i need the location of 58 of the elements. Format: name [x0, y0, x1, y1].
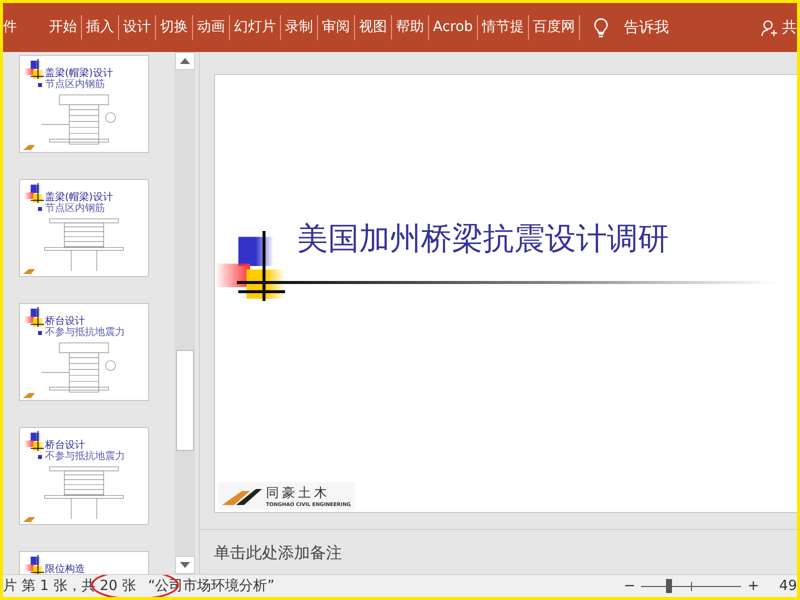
zoom-in-button[interactable]: + [747, 578, 760, 594]
ribbon-tab[interactable]: 帮助 [392, 14, 429, 40]
ribbon-tab[interactable]: 动画 [193, 14, 230, 40]
slide-thumbnail[interactable]: 桥台设计 不参与抵抗地震力 [19, 303, 149, 401]
logo-icon [23, 268, 35, 274]
ribbon-tab[interactable]: 幻灯片 [230, 14, 281, 40]
thumbnail-bullet: 不参与抵抗地震力 [45, 451, 125, 462]
bullet-icon [38, 454, 42, 458]
notes-field[interactable]: 单击此处添加备注 [200, 530, 797, 574]
slide-thumbnail[interactable]: 限位构造 [19, 551, 149, 574]
title-decoration-icon [24, 431, 44, 451]
bullet-icon [38, 330, 42, 334]
thumbnail-title: 限位构造 [45, 564, 85, 574]
logo-icon [23, 144, 35, 150]
thumbnail-bullet: 节点区内钢筋 [45, 79, 105, 90]
ribbon-tab[interactable]: 情节提 [478, 14, 529, 40]
lightbulb-icon[interactable] [594, 18, 608, 38]
scroll-down-button[interactable] [175, 556, 195, 574]
logo-icon [23, 516, 35, 522]
ribbon-tab[interactable]: 百度网 [528, 14, 580, 40]
title-decoration-icon [24, 59, 44, 79]
down-triangle-icon [180, 562, 190, 568]
slide-thumbnail[interactable]: 盖梁(帽梁)设计 节点区内钢筋 [19, 55, 149, 153]
thumbnail-bullet: 节点区内钢筋 [45, 203, 105, 214]
slide-thumbnail[interactable]: 桥台设计 不参与抵抗地震力 [19, 427, 149, 525]
thumbnail-title: 盖梁(帽梁)设计 [45, 68, 113, 79]
scroll-up-button[interactable] [175, 52, 195, 70]
thumbnail-title: 桥台设计 [45, 440, 85, 451]
ribbon-tab[interactable]: 开始 [45, 14, 82, 40]
title-decoration-icon [215, 231, 285, 301]
ribbon-tab[interactable]: Acrob [429, 14, 478, 40]
zoom-out-button[interactable]: − [624, 578, 636, 594]
ribbon-tab[interactable]: 切换 [156, 14, 193, 40]
ribbon-tab[interactable]: 审阅 [318, 14, 355, 40]
bullet-icon [38, 82, 42, 86]
ribbon-tab[interactable]: 视图 [355, 14, 392, 40]
ribbon-tab[interactable]: 录制 [281, 14, 318, 40]
logo-text: 同豪土木 [266, 485, 331, 502]
share-button[interactable]: 共 [782, 18, 797, 37]
bullet-icon [38, 206, 42, 210]
up-triangle-icon [180, 58, 190, 64]
zoom-slider[interactable] [666, 578, 672, 592]
logo-mark-icon [222, 487, 262, 505]
zoom-level[interactable]: 49 [779, 578, 797, 594]
thumbnail-bullet: 不参与抵抗地震力 [45, 327, 125, 338]
ribbon-tab[interactable]: 件 [3, 14, 21, 40]
title-decoration-icon [24, 183, 44, 203]
scrollbar-thumb[interactable] [176, 350, 194, 451]
title-decoration-icon [24, 307, 44, 327]
slide-title: 美国加州桥梁抗震设计调研 [297, 220, 669, 259]
slide-thumbnail[interactable]: 盖梁(帽梁)设计 节点区内钢筋 [19, 179, 149, 277]
add-user-icon[interactable] [761, 18, 779, 36]
tell-me-link[interactable]: 告诉我 [624, 18, 669, 37]
logo-icon [23, 392, 35, 398]
ribbon-tab[interactable]: 插入 [82, 14, 119, 40]
thumbnail-title: 盖梁(帽梁)设计 [45, 192, 113, 203]
thumbnail-title: 桥台设计 [45, 316, 85, 327]
ribbon-tab[interactable]: 设计 [119, 14, 156, 40]
